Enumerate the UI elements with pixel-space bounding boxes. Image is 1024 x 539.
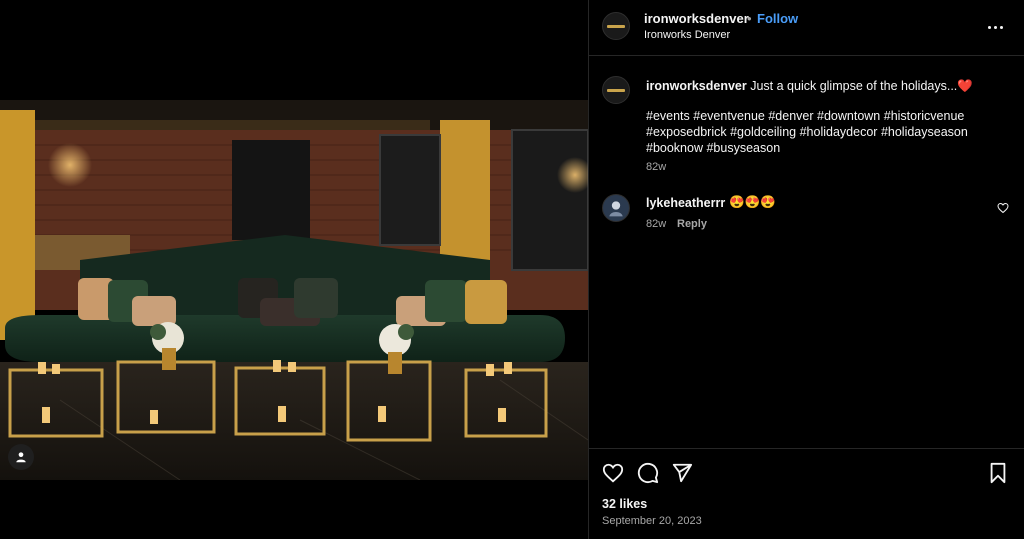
user-tag-icon	[16, 452, 26, 463]
hashtag[interactable]: #downtown	[817, 109, 880, 123]
tagged-users-button[interactable]	[8, 444, 34, 470]
comment-text: 😍😍😍	[729, 195, 776, 209]
venue-lounge-image	[0, 100, 588, 480]
heart-icon[interactable]	[997, 202, 1009, 214]
avatar[interactable]	[602, 76, 630, 104]
more-horizontal-icon	[999, 25, 1003, 29]
brand-logo-mark	[607, 24, 625, 28]
more-options-button[interactable]	[985, 17, 1005, 37]
post-sidebar: ironworksdenver • Follow Ironworks Denve…	[588, 0, 1024, 539]
hashtag[interactable]: #denver	[768, 109, 813, 123]
separator-dot: •	[747, 11, 752, 26]
location-link[interactable]: Ironworks Denver	[644, 29, 730, 41]
header-username[interactable]: ironworksdenver	[644, 11, 749, 26]
post-date[interactable]: September 20, 2023	[602, 515, 702, 527]
more-horizontal-icon	[993, 25, 997, 29]
media-pane	[0, 0, 588, 539]
follow-button[interactable]: Follow	[757, 11, 798, 26]
hashtag[interactable]: #eventvenue	[693, 109, 765, 123]
caption-username[interactable]: ironworksdenver	[646, 79, 747, 93]
commenter-avatar-icon	[609, 201, 623, 217]
comment: lykeheatherrr 😍😍😍 82w Reply	[589, 194, 1024, 234]
hashtag[interactable]: #events	[646, 109, 690, 123]
more-horizontal-icon	[987, 25, 991, 29]
comment-bubble-icon[interactable]	[637, 462, 659, 484]
action-bar: 32 likes September 20, 2023	[589, 448, 1024, 539]
caption-text: ironworksdenver Just a quick glimpse of …	[646, 78, 1006, 94]
hashtag[interactable]: #goldceiling	[730, 125, 796, 139]
likes-count[interactable]: 32 likes	[602, 497, 647, 511]
bookmark-icon[interactable]	[987, 462, 1009, 484]
hashtag[interactable]: #historicvenue	[884, 109, 965, 123]
reply-button[interactable]: Reply	[677, 218, 707, 230]
caption-body: Just a quick glimpse of the holidays...❤…	[750, 79, 973, 93]
avatar[interactable]	[602, 194, 630, 222]
hashtag[interactable]: #busyseason	[706, 141, 780, 155]
hashtag[interactable]: #booknow	[646, 141, 703, 155]
comment-username[interactable]: lykeheatherrr	[646, 196, 725, 210]
caption-timestamp[interactable]: 82w	[646, 161, 666, 173]
heart-icon[interactable]	[602, 462, 624, 484]
comment-timestamp[interactable]: 82w	[646, 218, 666, 230]
paper-plane-icon[interactable]	[671, 462, 693, 484]
hashtag[interactable]: #holidaydecor	[800, 125, 878, 139]
post-header: ironworksdenver • Follow Ironworks Denve…	[589, 0, 1024, 56]
brand-logo-mark	[607, 88, 625, 92]
avatar[interactable]	[602, 12, 630, 40]
hashtag[interactable]: #holidayseason	[881, 125, 968, 139]
hashtag[interactable]: #exposedbrick	[646, 125, 727, 139]
post-photo[interactable]	[0, 100, 588, 480]
hashtag-list: #events #eventvenue #denver #downtown #h…	[646, 108, 1006, 156]
